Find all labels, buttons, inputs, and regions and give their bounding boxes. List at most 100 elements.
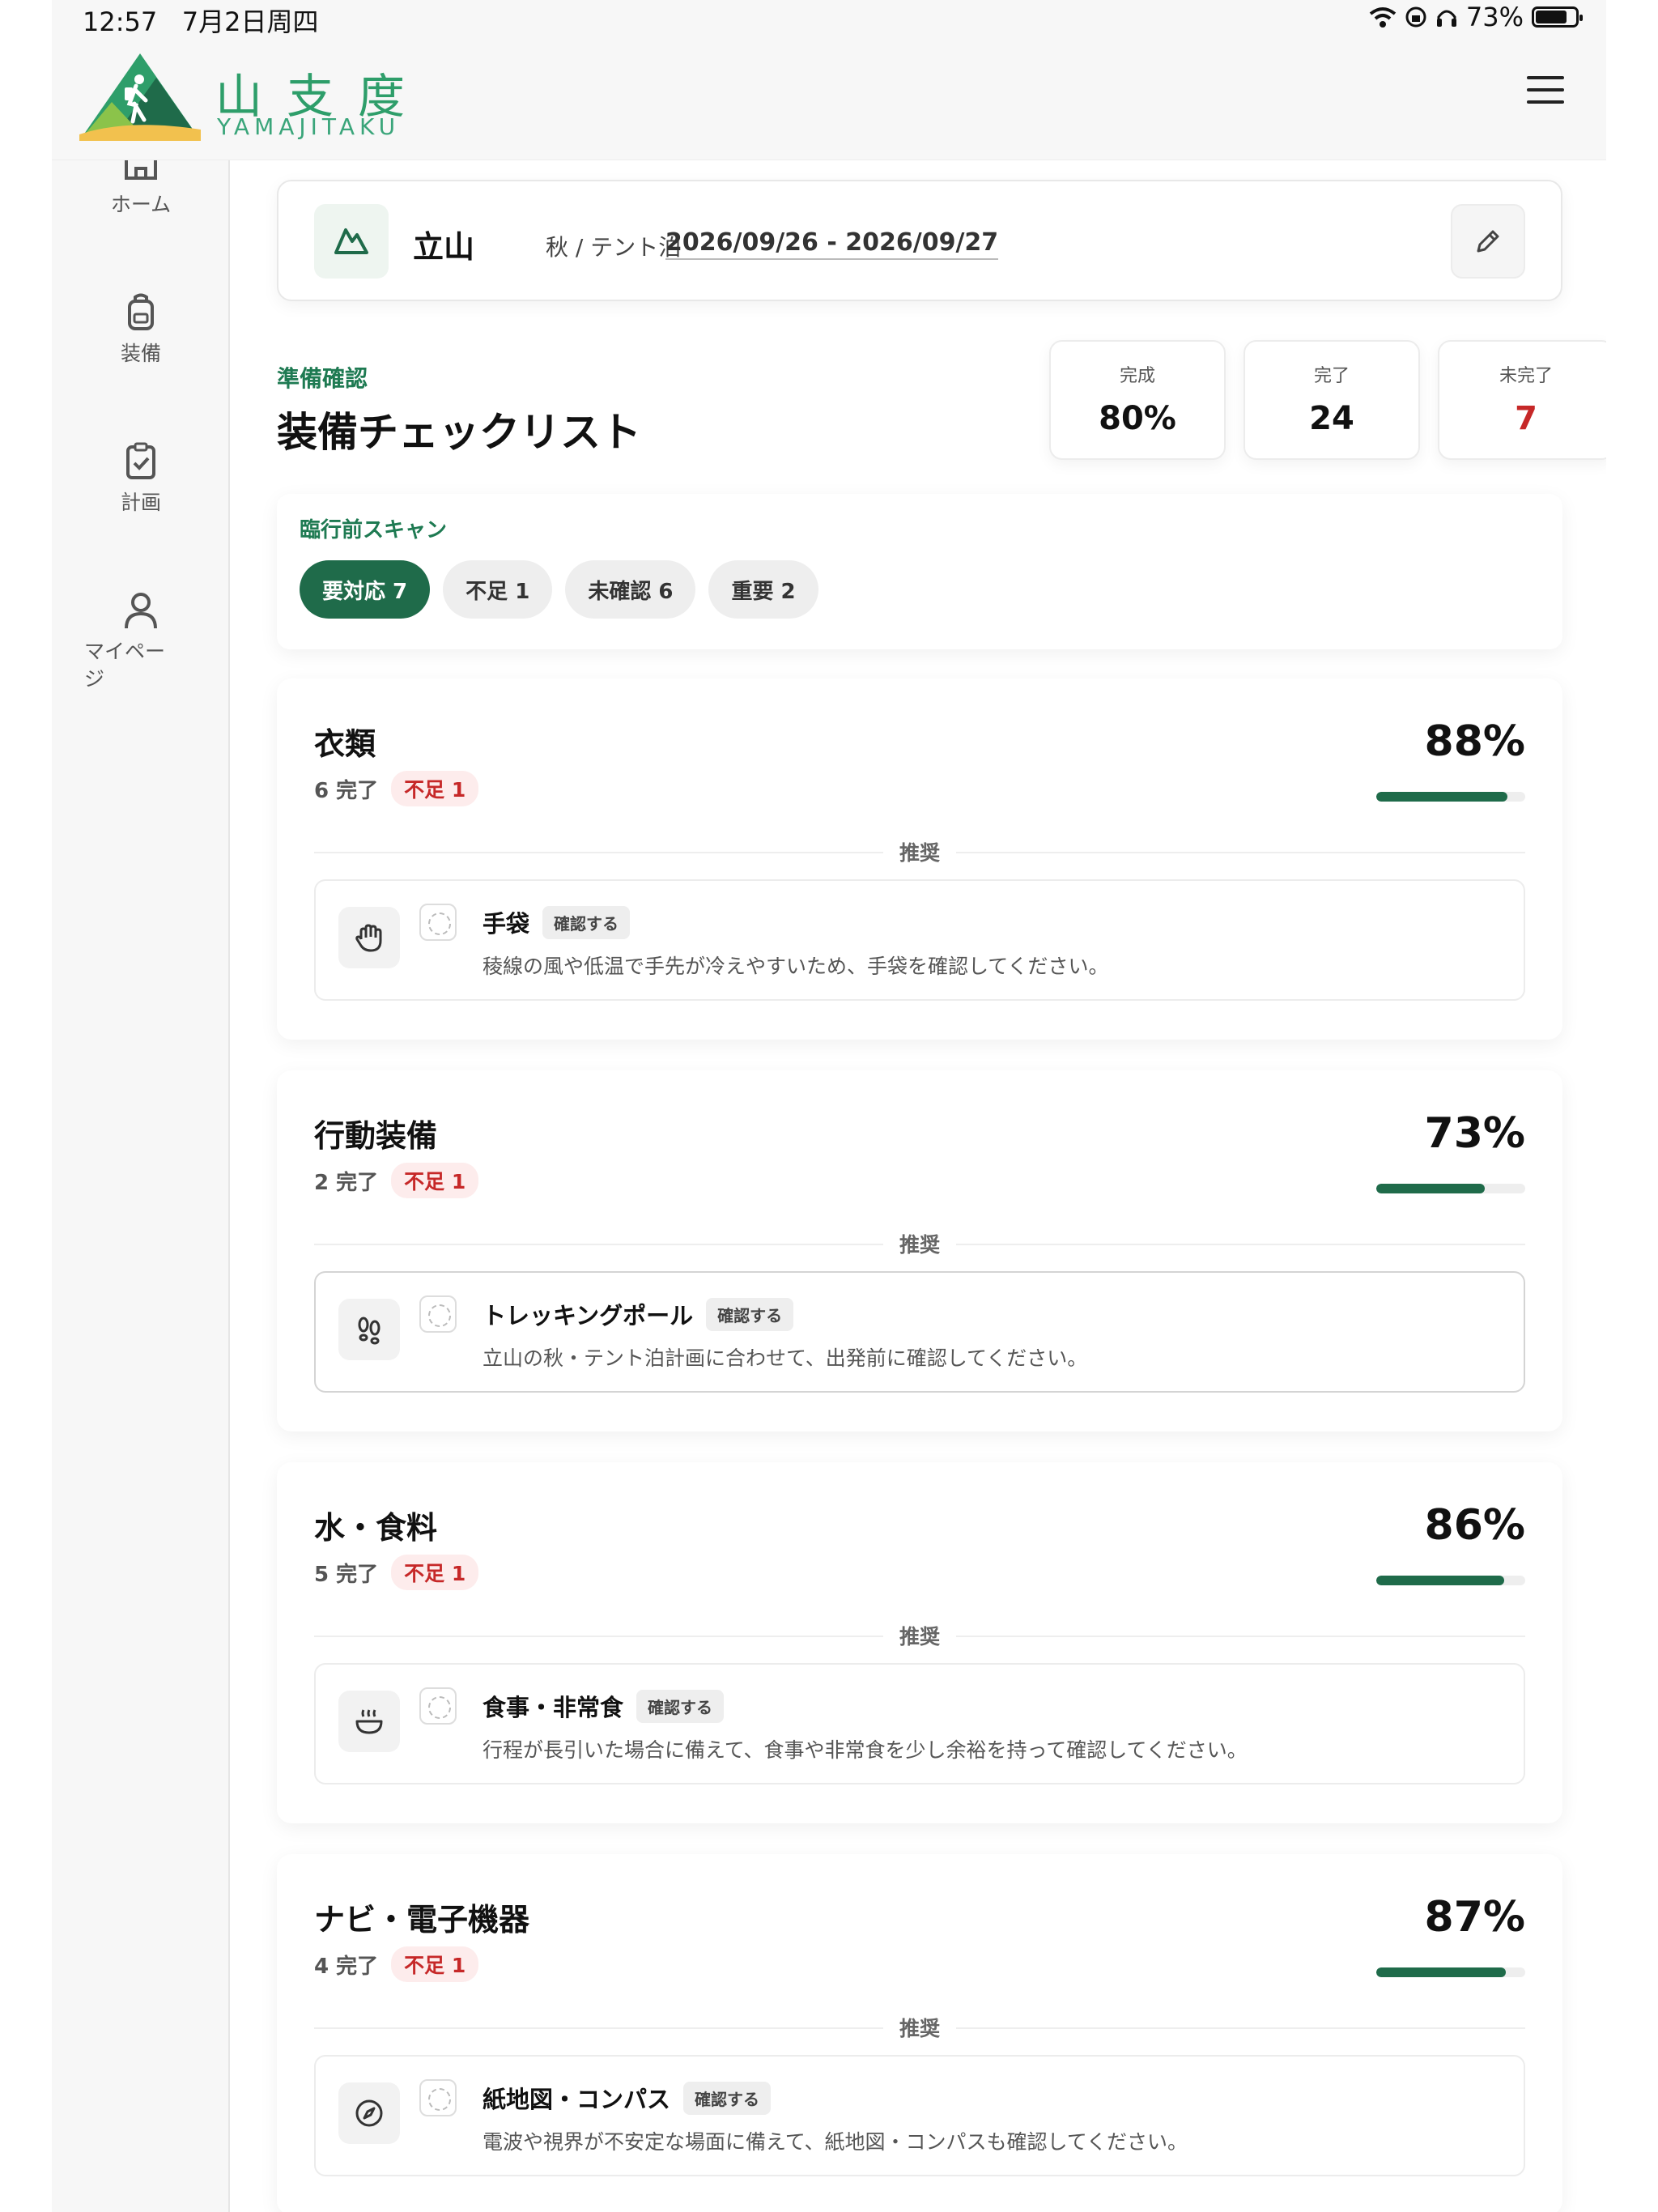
battery-icon (1532, 6, 1583, 28)
category-card-navigation-electronics: ナビ・電子機器 4 完了 不足 1 87% 推奨 紙地図・コンパス 確認する 電… (277, 1854, 1562, 2212)
item-description: 立山の秋・テント泊計画に合わせて、出発前に確認してください。 (483, 1346, 1088, 1370)
status-icons: 73% (1369, 2, 1583, 32)
section-label: 推奨 (882, 2013, 957, 2042)
section-divider: 推奨 (314, 1621, 1525, 1650)
edit-trip-button[interactable] (1451, 204, 1525, 279)
stat-incomplete: 未完了 7 (1438, 340, 1606, 460)
checklist-item[interactable]: 手袋 確認する 稜線の風や低温で手先が冷えやすいため、手袋を確認してください。 (314, 879, 1525, 1001)
item-checkbox[interactable] (419, 904, 457, 941)
app-window: 12:57 7月2日周四 73% 山支度 YAMAJITAKU ホーム 装備 計… (52, 0, 1606, 2212)
done-count: 2 完了 (314, 1170, 379, 1195)
confirm-tag[interactable]: 確認する (683, 2081, 772, 2115)
home-icon (125, 160, 157, 180)
stat-completion: 完成 80% (1049, 340, 1226, 460)
item-checkbox[interactable] (419, 2079, 457, 2116)
checklist-item[interactable]: 紙地図・コンパス 確認する 電波や視界が不安定な場面に備えて、紙地図・コンパスも… (314, 2055, 1525, 2176)
filter-pill-important[interactable]: 重要 2 (708, 560, 818, 619)
stat-value: 7 (1515, 400, 1537, 437)
app-header: 山支度 YAMAJITAKU (52, 36, 1606, 160)
category-percent: 86% (1424, 1501, 1525, 1550)
stat-value: 80% (1099, 400, 1176, 437)
progress-bar (1376, 1576, 1525, 1585)
user-icon (125, 593, 157, 629)
rotation-lock-icon (1405, 6, 1426, 28)
progress-bar (1376, 1967, 1525, 1977)
checklist-item[interactable]: 食事・非常食 確認する 行程が長引いた場合に備えて、食事や非常食を少し余裕を持っ… (314, 1663, 1525, 1784)
confirm-tag[interactable]: 確認する (636, 1689, 725, 1723)
status-time: 12:57 7月2日周四 (83, 2, 318, 39)
clock: 12:57 (83, 6, 158, 37)
category-card-action-gear: 行動装備 2 完了 不足 1 73% 推奨 トレッキングポール 確認する 立山の… (277, 1070, 1562, 1431)
wifi-icon (1369, 7, 1397, 28)
headphones-icon (1436, 10, 1456, 27)
trip-summary-card: 立山 秋 / テント泊 2026/09/26 - 2026/09/27 (277, 180, 1562, 301)
sidebar-item-mypage[interactable]: マイページ (52, 591, 230, 693)
stat-label: 完了 (1313, 366, 1350, 386)
item-name-row: トレッキングポール 確認する (483, 1297, 794, 1331)
progress-bar (1376, 792, 1525, 802)
section-divider: 推奨 (314, 2013, 1525, 2042)
page-title: 装備チェックリスト (277, 409, 641, 456)
section-label: 推奨 (882, 837, 957, 866)
item-name: 手袋 (483, 910, 530, 938)
section-divider: 推奨 (314, 1229, 1525, 1258)
section-label: 推奨 (882, 1621, 957, 1650)
sidebar-item-label: 装備 (120, 342, 161, 365)
item-name-row: 手袋 確認する (483, 905, 631, 939)
backpack-icon (128, 293, 154, 330)
category-summary: 4 完了 不足 1 (314, 1946, 479, 1982)
category-card-water-food: 水・食料 5 完了 不足 1 86% 推奨 食事・非常食 確認する 行程が長引い… (277, 1462, 1562, 1823)
progress-fill (1376, 1184, 1486, 1193)
item-name-row: 食事・非常食 確認する (483, 1689, 725, 1723)
trip-dates[interactable]: 2026/09/26 - 2026/09/27 (665, 228, 999, 260)
category-summary: 2 完了 不足 1 (314, 1163, 479, 1198)
category-summary: 5 完了 不足 1 (314, 1555, 479, 1590)
done-count: 5 完了 (314, 1562, 379, 1587)
category-title: 衣類 (314, 726, 376, 762)
sidebar-item-home[interactable]: ホーム (52, 160, 230, 219)
sidebar-item-label: ホーム (110, 193, 172, 216)
compass-icon (338, 2082, 400, 2144)
stat-label: 完成 (1119, 366, 1155, 386)
trip-season-style: 秋 / テント泊 (546, 234, 682, 261)
checklist-item[interactable]: トレッキングポール 確認する 立山の秋・テント泊計画に合わせて、出発前に確認して… (314, 1271, 1525, 1393)
done-count: 4 完了 (314, 1954, 379, 1979)
brand-romaji: YAMAJITAKU (217, 113, 401, 140)
clipboard-check-icon (126, 442, 155, 479)
shortage-badge: 不足 1 (391, 771, 479, 806)
filter-pill-unchecked[interactable]: 未確認 6 (565, 560, 696, 619)
shortage-badge: 不足 1 (391, 1946, 479, 1982)
item-checkbox[interactable] (419, 1295, 457, 1333)
item-name: 紙地図・コンパス (483, 2086, 671, 2113)
stat-label: 未完了 (1499, 366, 1553, 386)
item-description: 稜線の風や低温で手先が冷えやすいため、手袋を確認してください。 (483, 955, 1109, 978)
mountain-hiker-logo-icon[interactable] (79, 45, 201, 143)
category-percent: 88% (1424, 717, 1525, 766)
item-name: トレッキングポール (483, 1302, 694, 1329)
category-percent: 87% (1424, 1893, 1525, 1942)
trip-name: 立山 (413, 229, 475, 265)
progress-fill (1376, 1576, 1505, 1585)
confirm-tag[interactable]: 確認する (706, 1297, 794, 1331)
hamburger-menu-icon[interactable] (1527, 76, 1564, 108)
filter-pill-shortage[interactable]: 不足 1 (443, 560, 553, 619)
done-count: 6 完了 (314, 778, 379, 803)
item-checkbox[interactable] (419, 1687, 457, 1725)
progress-fill (1376, 792, 1507, 802)
filter-pill-action-needed[interactable]: 要対応 7 (300, 560, 431, 619)
confirm-tag[interactable]: 確認する (542, 905, 631, 939)
category-title: 水・食料 (314, 1510, 438, 1546)
sidebar-item-equipment[interactable]: 装備 (52, 293, 230, 368)
category-percent: 73% (1424, 1109, 1525, 1158)
item-description: 行程が長引いた場合に備えて、食事や非常食を少し余裕を持って確認してください。 (483, 1738, 1248, 1762)
category-summary: 6 完了 不足 1 (314, 771, 479, 806)
sidebar: ホーム 装備 計画 マイページ (52, 160, 230, 2212)
scan-filter-pills: 要対応 7 不足 1 未確認 6 重要 2 (300, 560, 818, 619)
progress-fill (1376, 1967, 1507, 1977)
scan-title: 臨行前スキャン (300, 518, 448, 542)
pencil-icon (1477, 230, 1499, 253)
section-label: 推奨 (882, 1229, 957, 1258)
sidebar-item-plan[interactable]: 計画 (52, 442, 230, 517)
stat-done: 完了 24 (1244, 340, 1420, 460)
category-card-clothing: 衣類 6 完了 不足 1 88% 推奨 手袋 確認する 稜線の風や低温で手先が冷… (277, 678, 1562, 1040)
